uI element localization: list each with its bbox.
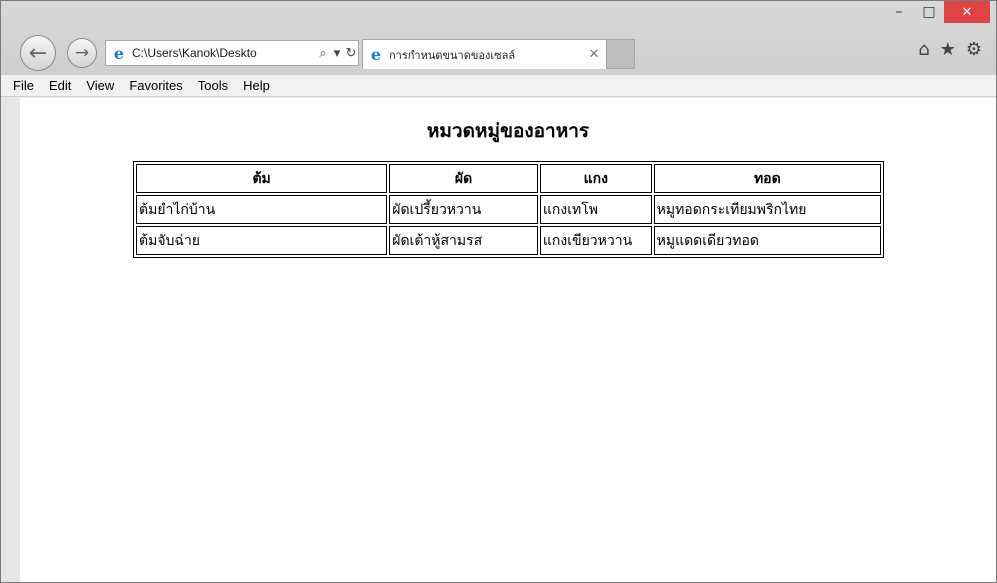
settings-gear-icon[interactable]: ⚙ (966, 39, 982, 60)
tab-title: การกำหนดขนาดของเซลล์ (389, 48, 516, 62)
close-button[interactable]: ✕ (944, 1, 990, 23)
header-boil: ต้ม (136, 164, 388, 193)
table-cell: หมูทอดกระเทียมพริกไทย (653, 195, 881, 224)
menu-tools[interactable]: Tools (192, 78, 237, 93)
browser-tab[interactable]: e การกำหนดขนาดของเซลล์ ✕ (362, 39, 607, 69)
table-row: ต้มจับฉ่าย ผัดเต้าหู้สามรส แกงเขียวหวาน … (136, 226, 881, 255)
forward-button[interactable]: → (67, 38, 97, 68)
ie-page-icon: e (113, 43, 125, 63)
header-stirfry: ผัด (389, 164, 538, 193)
dropdown-icon[interactable]: ▾ (330, 45, 344, 61)
page-title: หมวดหมู่ของอาหาร (426, 120, 590, 142)
address-bar[interactable]: e C:\Users\Kanok\Deskto ⌕ ▾ ↻ (105, 40, 359, 66)
menu-file[interactable]: File (7, 78, 43, 93)
page-content: หมวดหมู่ของอาหาร ต้ม ผัด แกง ทอด ต้มยำไก… (20, 98, 996, 582)
browser-window: – □ ✕ ← → e C:\Users\Kanok\Deskto ⌕ ▾ ↻ … (0, 0, 997, 583)
table-row: ต้มยำไก่บ้าน ผัดเปรี้ยวหวาน แกงเทโพ หมูท… (136, 195, 881, 224)
tab-close-icon[interactable]: ✕ (582, 47, 606, 62)
ie-tab-icon: e (370, 45, 382, 64)
favorites-star-icon[interactable]: ★ (940, 39, 956, 60)
table-cell: ผัดเต้าหู้สามรส (389, 226, 538, 255)
table-cell: แกงเขียวหวาน (539, 226, 652, 255)
table-cell: ผัดเปรี้ยวหวาน (389, 195, 538, 224)
table-cell: ต้มจับฉ่าย (136, 226, 388, 255)
home-icon[interactable]: ⌂ (918, 39, 929, 60)
toolbar-icons: ⌂ ★ ⚙ (918, 39, 982, 60)
back-button[interactable]: ← (20, 35, 56, 71)
menu-bar: File Edit View Favorites Tools Help (1, 75, 996, 97)
back-arrow-icon: ← (28, 40, 48, 66)
browser-chrome: – □ ✕ ← → e C:\Users\Kanok\Deskto ⌕ ▾ ↻ … (1, 1, 996, 75)
table-cell: แกงเทโพ (539, 195, 652, 224)
minimize-button[interactable]: – (884, 1, 914, 23)
forward-arrow-icon: → (74, 43, 90, 63)
header-fried: ทอด (653, 164, 881, 193)
new-tab-button[interactable] (607, 39, 635, 69)
window-controls: – □ ✕ (884, 1, 990, 29)
menu-help[interactable]: Help (237, 78, 279, 93)
page-left-margin (1, 98, 20, 582)
table-cell: หมูแดดเดียวทอด (653, 226, 881, 255)
address-text[interactable]: C:\Users\Kanok\Deskto (132, 46, 316, 60)
header-curry: แกง (539, 164, 652, 193)
maximize-button[interactable]: □ (914, 1, 944, 23)
refresh-icon[interactable]: ↻ (344, 45, 358, 61)
table-header-row: ต้ม ผัด แกง ทอด (136, 164, 881, 193)
menu-edit[interactable]: Edit (43, 78, 80, 93)
menu-favorites[interactable]: Favorites (123, 78, 191, 93)
menu-view[interactable]: View (80, 78, 123, 93)
food-category-table: ต้ม ผัด แกง ทอด ต้มยำไก่บ้าน ผัดเปรี้ยวห… (133, 161, 884, 258)
search-icon[interactable]: ⌕ (316, 45, 330, 61)
table-cell: ต้มยำไก่บ้าน (136, 195, 388, 224)
